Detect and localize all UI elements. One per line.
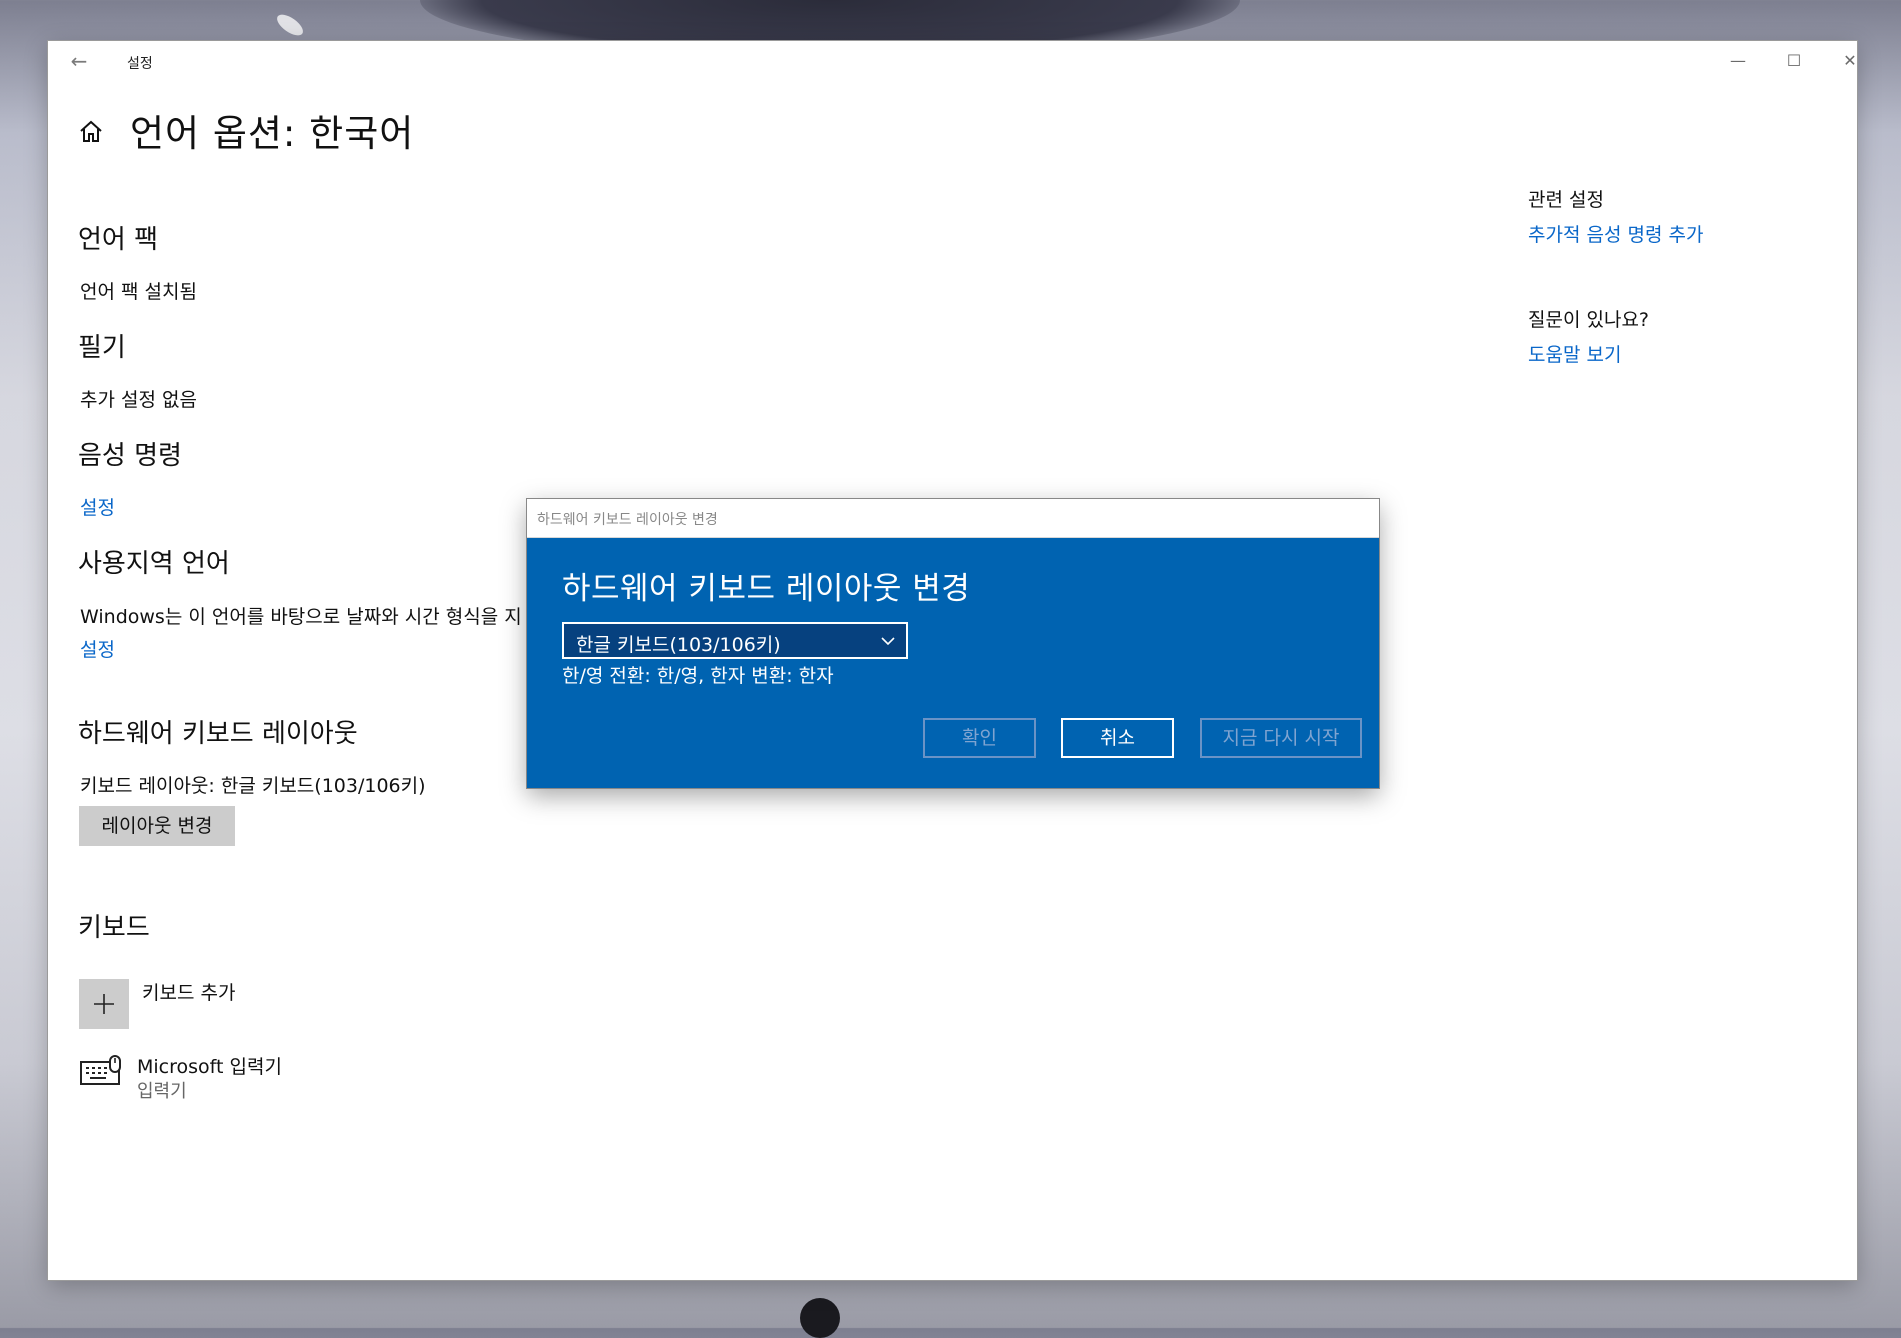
language-pack-heading: 언어 팩	[78, 225, 159, 255]
get-help-link[interactable]: 도움말 보기	[1528, 340, 1621, 367]
add-keyboard-label[interactable]: 키보드 추가	[142, 978, 235, 1005]
close-button[interactable]: ✕	[1827, 47, 1873, 75]
hw-keyboard-heading: 하드웨어 키보드 레이아웃	[78, 719, 358, 749]
dialog-info: 한/영 전환: 한/영, 한자 변환: 한자	[562, 665, 834, 687]
ime-name[interactable]: Microsoft 입력기	[137, 1052, 282, 1079]
keyboard-icon[interactable]	[80, 1055, 122, 1087]
change-layout-button[interactable]: 레이아웃 변경	[79, 806, 235, 846]
add-voice-commands-link[interactable]: 추가적 음성 명령 추가	[1528, 220, 1703, 247]
layout-select[interactable]: 한글 키보드(103/106키)	[562, 622, 908, 659]
handwriting-heading: 필기	[78, 333, 126, 363]
regional-heading: 사용지역 언어	[78, 549, 230, 579]
minimize-icon: —	[1730, 51, 1746, 70]
wallpaper-glare	[273, 10, 307, 40]
dialog-title-bar: 하드웨어 키보드 레이아웃 변경	[527, 499, 1379, 538]
chevron-down-icon	[881, 637, 895, 646]
layout-select-value: 한글 키보드(103/106키)	[576, 634, 781, 656]
wallpaper-figure	[800, 1298, 840, 1338]
minimize-button[interactable]: —	[1715, 47, 1761, 75]
plus-icon	[94, 994, 114, 1014]
add-keyboard-button[interactable]	[79, 979, 129, 1029]
title-bar: ← 설정 — ☐ ✕	[48, 41, 1857, 81]
hw-keyboard-current: 키보드 레이아웃: 한글 키보드(103/106키)	[80, 775, 426, 797]
handwriting-status: 추가 설정 없음	[80, 389, 197, 411]
page-title: 언어 옵션: 한국어	[130, 112, 415, 155]
window-title: 설정	[127, 56, 153, 72]
restart-now-button[interactable]: 지금 다시 시작	[1200, 718, 1362, 758]
close-icon: ✕	[1843, 51, 1857, 70]
language-pack-status: 언어 팩 설치됨	[80, 281, 197, 303]
dialog-heading: 하드웨어 키보드 레이아웃 변경	[562, 571, 971, 607]
maximize-icon: ☐	[1786, 51, 1802, 70]
maximize-button[interactable]: ☐	[1771, 47, 1817, 75]
back-button[interactable]: ←	[66, 49, 92, 73]
question-title: 질문이 있나요?	[1528, 309, 1650, 331]
cancel-button[interactable]: 취소	[1061, 718, 1174, 758]
back-arrow-icon: ←	[70, 49, 88, 73]
change-layout-dialog: 하드웨어 키보드 레이아웃 변경 하드웨어 키보드 레이아웃 변경 한글 키보드…	[527, 499, 1379, 788]
home-icon[interactable]	[78, 119, 104, 145]
speech-settings-link[interactable]: 설정	[80, 493, 115, 520]
ok-button[interactable]: 확인	[923, 718, 1036, 758]
regional-description: Windows는 이 언어를 바탕으로 날짜와 시간 형식을 지	[80, 606, 522, 628]
keyboards-heading: 키보드	[78, 913, 150, 943]
related-settings-title: 관련 설정	[1528, 189, 1604, 211]
ime-subtitle: 입력기	[137, 1081, 187, 1102]
speech-heading: 음성 명령	[78, 441, 182, 471]
regional-settings-link[interactable]: 설정	[80, 635, 115, 662]
dialog-title: 하드웨어 키보드 레이아웃 변경	[537, 512, 718, 528]
